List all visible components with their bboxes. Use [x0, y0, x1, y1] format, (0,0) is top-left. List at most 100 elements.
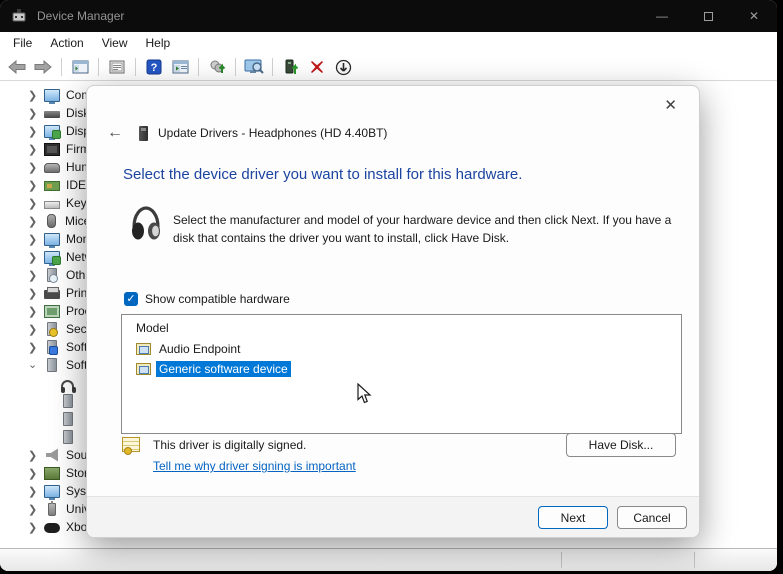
checkbox-label: Show compatible hardware [145, 292, 290, 306]
toolbar-separator [235, 58, 236, 76]
back-arrow-icon[interactable]: ← [99, 124, 131, 142]
software-device-icon [63, 412, 73, 426]
chevron-right-icon[interactable]: ❯ [28, 287, 44, 300]
forward-icon[interactable] [32, 56, 54, 78]
mouse-icon [47, 214, 56, 228]
chevron-right-icon[interactable]: ❯ [28, 341, 44, 354]
chevron-right-icon[interactable]: ❯ [28, 143, 44, 156]
chevron-right-icon[interactable]: ❯ [28, 323, 44, 336]
other-device-icon [47, 268, 57, 282]
chevron-right-icon[interactable]: ❯ [28, 449, 44, 462]
driver-model-listbox[interactable]: Model Audio Endpoint Generic software de… [121, 314, 682, 434]
chevron-right-icon[interactable]: ❯ [28, 215, 44, 228]
chevron-right-icon[interactable]: ❯ [28, 503, 44, 516]
speaker-icon [46, 449, 58, 462]
minimize-button[interactable]: — [639, 0, 685, 32]
next-button[interactable]: Next [538, 506, 608, 529]
help-icon[interactable]: ? [143, 56, 165, 78]
scan-for-hardware-changes-icon[interactable] [206, 56, 228, 78]
software-device-icon [47, 358, 57, 372]
device-icon [139, 126, 148, 141]
disk-drive-icon [44, 111, 60, 118]
show-compatible-hardware-row: ✓ Show compatible hardware [124, 292, 290, 306]
status-bar [0, 548, 777, 571]
maximize-icon [704, 12, 713, 21]
menu-help[interactable]: Help [137, 33, 180, 53]
human-interface-device-icon [44, 163, 60, 173]
mouse-cursor [357, 383, 373, 404]
storage-controller-icon [44, 467, 60, 480]
back-icon[interactable] [6, 56, 28, 78]
dialog-title: Update Drivers - Headphones (HD 4.40BT) [158, 126, 387, 140]
uninstall-device-icon[interactable] [306, 56, 328, 78]
list-item-generic-software-device[interactable]: Generic software device [122, 359, 681, 379]
chevron-right-icon[interactable]: ❯ [28, 107, 44, 120]
chevron-right-icon[interactable]: ❯ [28, 305, 44, 318]
toolbar-separator [272, 58, 273, 76]
checkbox-checked-icon[interactable]: ✓ [124, 292, 138, 306]
driver-icon [136, 363, 151, 375]
dialog-header: ← Update Drivers - Headphones (HD 4.40BT… [99, 124, 387, 142]
close-button[interactable]: ✕ [731, 0, 777, 32]
update-driver-icon[interactable] [280, 56, 302, 78]
software-device-icon [63, 430, 73, 444]
export-list-icon[interactable] [169, 56, 191, 78]
dialog-description: Select the manufacturer and model of you… [173, 211, 681, 247]
chevron-right-icon[interactable]: ❯ [28, 521, 44, 534]
model-column-header: Model [122, 315, 681, 339]
firmware-icon [44, 143, 60, 156]
menu-file[interactable]: File [4, 33, 41, 53]
status-bar-separator [561, 552, 562, 568]
toolbar-separator [135, 58, 136, 76]
menu-action[interactable]: Action [41, 33, 92, 53]
show-console-tree-icon[interactable] [69, 56, 91, 78]
processor-icon [44, 305, 60, 318]
headphones-image [128, 203, 164, 245]
chevron-down-icon[interactable]: ⌄ [28, 358, 44, 371]
menu-view[interactable]: View [93, 33, 137, 53]
network-adapter-icon [44, 251, 60, 264]
headphones-icon [61, 380, 74, 389]
chevron-right-icon[interactable]: ❯ [28, 161, 44, 174]
cancel-button[interactable]: Cancel [617, 506, 687, 529]
toolbar: ? [0, 54, 777, 81]
status-bar-separator [694, 552, 695, 568]
search-computer-icon[interactable] [243, 56, 265, 78]
dialog-heading: Select the device driver you want to ins… [123, 166, 522, 183]
ide-controller-icon [44, 181, 60, 191]
system-device-icon [44, 485, 60, 498]
chevron-right-icon[interactable]: ❯ [28, 233, 44, 246]
chevron-right-icon[interactable]: ❯ [28, 269, 44, 282]
security-device-icon [47, 322, 57, 336]
window-title: Device Manager [37, 9, 639, 23]
usb-icon [48, 503, 56, 516]
driver-signing-link[interactable]: Tell me why driver signing is important [153, 459, 356, 473]
keyboard-icon [44, 201, 60, 209]
chevron-right-icon[interactable]: ❯ [28, 179, 44, 192]
display-adapter-icon [44, 125, 60, 138]
chevron-right-icon[interactable]: ❯ [28, 467, 44, 480]
update-drivers-dialog: ✕ ← Update Drivers - Headphones (HD 4.40… [86, 85, 700, 538]
svg-text:?: ? [151, 62, 158, 74]
chevron-right-icon[interactable]: ❯ [28, 197, 44, 210]
printer-icon [44, 290, 60, 299]
chevron-right-icon[interactable]: ❯ [28, 485, 44, 498]
maximize-button[interactable] [685, 0, 731, 32]
title-bar: Device Manager — ✕ [0, 0, 777, 32]
dialog-footer: Next Cancel [87, 496, 699, 537]
software-device-icon [63, 394, 73, 408]
have-disk-button[interactable]: Have Disk... [566, 433, 676, 457]
certificate-icon [122, 437, 140, 452]
properties-icon[interactable] [106, 56, 128, 78]
disable-device-icon[interactable] [332, 56, 354, 78]
list-item-audio-endpoint[interactable]: Audio Endpoint [122, 339, 681, 359]
toolbar-separator [98, 58, 99, 76]
digitally-signed-text: This driver is digitally signed. [153, 438, 306, 452]
chevron-right-icon[interactable]: ❯ [28, 89, 44, 102]
chevron-right-icon[interactable]: ❯ [28, 251, 44, 264]
toolbar-separator [198, 58, 199, 76]
driver-icon [136, 343, 151, 355]
toolbar-separator [61, 58, 62, 76]
chevron-right-icon[interactable]: ❯ [28, 125, 44, 138]
dialog-close-icon[interactable]: ✕ [658, 94, 683, 116]
